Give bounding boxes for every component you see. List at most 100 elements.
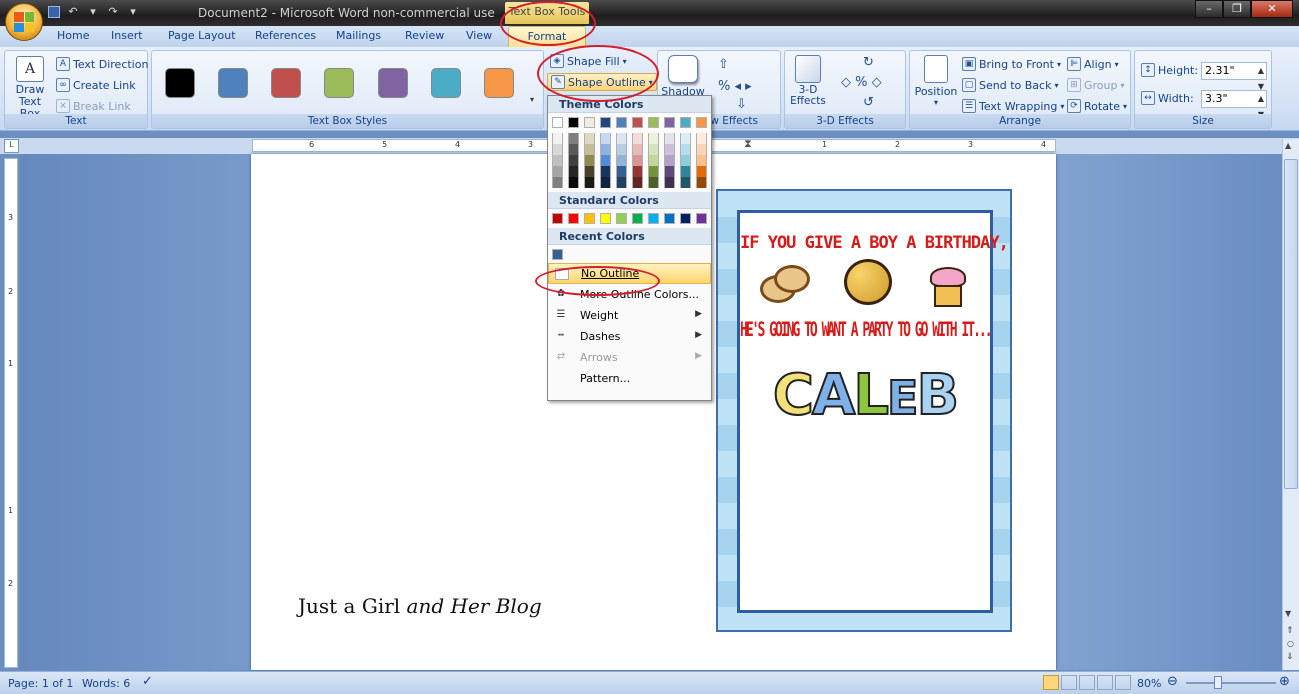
theme-shade-swatch[interactable] [584,177,595,188]
standard-color-swatch[interactable] [600,213,611,224]
theme-color-swatch[interactable] [568,117,579,128]
shape-fill-button[interactable]: ◈ Shape Fill ▾ [550,54,627,68]
theme-color-swatch[interactable] [648,117,659,128]
theme-shade-swatch[interactable] [568,177,579,188]
theme-shade-swatch[interactable] [632,177,643,188]
theme-shade-swatch[interactable] [552,144,563,155]
theme-shade-swatch[interactable] [696,155,707,166]
undo-icon[interactable]: ↶ [66,5,80,19]
theme-shade-swatch[interactable] [680,133,691,144]
theme-color-swatch[interactable] [600,117,611,128]
scroll-down-icon[interactable]: ▼ [1285,609,1291,618]
theme-shade-swatch[interactable] [600,177,611,188]
nudge-shadow-up-icon[interactable]: ⇧ [718,57,729,72]
shadow-on-off-icon[interactable]: % ◂ ▸ [718,79,752,94]
style-swatch-green[interactable] [324,68,354,98]
theme-shade-swatch[interactable] [648,166,659,177]
theme-shade-swatch[interactable] [696,166,707,177]
restore-button[interactable]: ❐ [1223,0,1251,18]
vertical-scrollbar[interactable]: ▲ ▼ ⇑ ○ ⇓ [1282,139,1299,670]
theme-shade-swatch[interactable] [584,133,595,144]
theme-shade-swatch[interactable] [648,133,659,144]
theme-shade-swatch[interactable] [568,166,579,177]
zoom-slider-thumb[interactable] [1214,676,1222,689]
style-swatch-orange[interactable] [484,68,514,98]
group-button[interactable]: ⊞ Group ▾ [1067,78,1125,92]
previous-page-icon[interactable]: ⇑ [1286,626,1294,636]
theme-shade-swatch[interactable] [616,133,627,144]
theme-shade-swatch[interactable] [632,144,643,155]
theme-shade-swatch[interactable] [616,155,627,166]
office-button[interactable] [5,3,43,41]
proofing-icon[interactable]: ✓ [142,674,153,689]
position-button[interactable]: Position ▾ [912,55,960,107]
theme-shade-swatch[interactable] [664,166,675,177]
draft-view-icon[interactable] [1115,675,1131,690]
theme-shade-swatch[interactable] [600,144,611,155]
theme-shade-swatch[interactable] [568,155,579,166]
more-outline-colors-item[interactable]: ✿ More Outline Colors... [548,284,711,305]
tilt-down-icon[interactable]: ↺ [863,95,874,110]
align-button[interactable]: ⊫ Align ▾ [1067,57,1119,71]
standard-color-swatch[interactable] [616,213,627,224]
send-to-back-button[interactable]: ▢ Send to Back ▾ [962,78,1058,92]
next-page-icon[interactable]: ⇓ [1286,652,1294,662]
theme-shade-swatch[interactable] [584,144,595,155]
zoom-in-icon[interactable]: ⊕ [1279,674,1290,689]
theme-shade-swatch[interactable] [600,155,611,166]
theme-color-swatch[interactable] [680,117,691,128]
theme-shade-swatch[interactable] [664,177,675,188]
theme-shade-swatch[interactable] [680,144,691,155]
theme-shade-swatch[interactable] [632,133,643,144]
style-swatch-purple[interactable] [378,68,408,98]
theme-shade-swatch[interactable] [584,166,595,177]
theme-color-swatch[interactable] [584,117,595,128]
theme-shade-swatch[interactable] [616,166,627,177]
customize-qat-icon[interactable]: ▾ [126,5,140,19]
recent-color-swatch[interactable] [552,249,563,260]
theme-shade-swatch[interactable] [696,177,707,188]
weight-item[interactable]: ☰ Weight ▶ [548,305,711,326]
standard-color-swatch[interactable] [696,213,707,224]
theme-color-swatch[interactable] [664,117,675,128]
tab-selector-icon[interactable]: L [4,139,19,153]
no-outline-item[interactable]: No Outline [548,263,711,284]
theme-color-swatch[interactable] [632,117,643,128]
arrows-item[interactable]: ⇄ Arrows ▶ [548,347,711,368]
theme-shade-swatch[interactable] [680,155,691,166]
theme-shade-swatch[interactable] [696,133,707,144]
tab-references[interactable]: References [255,29,316,42]
outline-view-icon[interactable] [1097,675,1113,690]
theme-shade-swatch[interactable] [664,144,675,155]
standard-color-swatch[interactable] [552,213,563,224]
scroll-up-icon[interactable]: ▲ [1285,141,1291,150]
tab-home[interactable]: Home [57,29,89,42]
theme-shade-swatch[interactable] [632,166,643,177]
theme-shade-swatch[interactable] [552,166,563,177]
full-screen-reading-icon[interactable] [1061,675,1077,690]
vertical-ruler[interactable]: 3 2 1 1 2 [4,158,18,668]
theme-shade-swatch[interactable] [568,133,579,144]
standard-color-swatch[interactable] [680,213,691,224]
theme-shade-swatch[interactable] [600,166,611,177]
page-count[interactable]: Page: 1 of 1 [8,677,73,690]
theme-shade-swatch[interactable] [568,144,579,155]
theme-shade-swatch[interactable] [664,155,675,166]
bring-to-front-button[interactable]: ▣ Bring to Front ▾ [962,57,1061,71]
dashes-item[interactable]: ┅ Dashes ▶ [548,326,711,347]
theme-shade-swatch[interactable] [632,155,643,166]
browse-object-icon[interactable]: ○ [1287,639,1294,648]
style-swatch-aqua[interactable] [431,68,461,98]
theme-shade-swatch[interactable] [680,166,691,177]
theme-shade-swatch[interactable] [616,144,627,155]
theme-shade-swatch[interactable] [664,133,675,144]
tilt-up-icon[interactable]: ↻ [863,55,874,70]
theme-shade-swatch[interactable] [680,177,691,188]
theme-shade-swatch[interactable] [552,177,563,188]
theme-shade-swatch[interactable] [616,177,627,188]
draw-text-box-button[interactable]: A Draw Text Box [7,56,53,120]
standard-color-swatch[interactable] [648,213,659,224]
print-layout-view-icon[interactable] [1043,675,1059,690]
theme-color-swatch[interactable] [552,117,563,128]
text-wrapping-button[interactable]: ☰ Text Wrapping ▾ [962,99,1064,113]
